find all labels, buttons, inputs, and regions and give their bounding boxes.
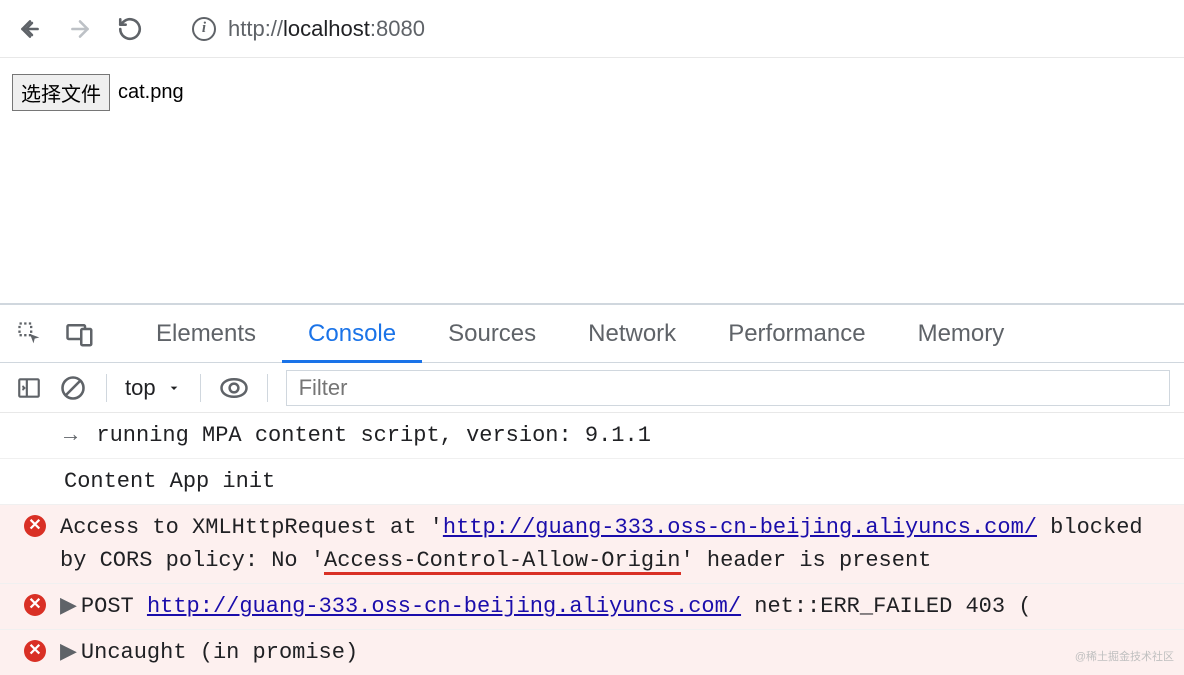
console-log-row: Content App init [0,459,1184,505]
log-text: Content App init [24,465,1166,498]
reload-button[interactable] [114,13,146,45]
separator [106,374,107,402]
error-text: Access to XMLHttpRequest at 'http://guan… [60,511,1166,577]
clear-console-icon[interactable] [58,373,88,403]
device-toolbar-icon[interactable] [62,316,98,352]
tab-memory[interactable]: Memory [892,305,1031,363]
error-icon: ✕ [24,594,46,616]
console-error-row: ✕ ▶POST http://guang-333.oss-cn-beijing.… [0,584,1184,630]
error-text: ▶POST http://guang-333.oss-cn-beijing.al… [60,590,1166,623]
highlighted-header: Access-Control-Allow-Origin [324,548,680,573]
error-link[interactable]: http://guang-333.oss-cn-beijing.aliyuncs… [147,594,741,619]
forward-button[interactable] [64,13,96,45]
error-icon: ✕ [24,640,46,662]
console-messages: → running MPA content script, version: 9… [0,413,1184,675]
error-link[interactable]: http://guang-333.oss-cn-beijing.aliyuncs… [443,515,1037,540]
browser-toolbar: i http://localhost:8080 [0,0,1184,58]
tab-sources[interactable]: Sources [422,305,562,363]
page-content: 选择文件 cat.png [0,58,1184,303]
devtools-panel: Elements Console Sources Network Perform… [0,303,1184,675]
tab-performance[interactable]: Performance [702,305,891,363]
log-text: → running MPA content script, version: 9… [24,419,1166,452]
expand-icon[interactable]: ▶ [60,640,77,665]
devtools-tabs: Elements Console Sources Network Perform… [0,305,1184,363]
choose-file-button[interactable]: 选择文件 [12,74,110,111]
error-text: ▶Uncaught (in promise) [60,636,1166,669]
chevron-down-icon [166,380,182,396]
console-error-row: ✕ Access to XMLHttpRequest at 'http://gu… [0,505,1184,584]
live-expression-icon[interactable] [219,373,249,403]
inspect-element-icon[interactable] [12,316,48,352]
url-text: http://localhost:8080 [228,16,425,42]
context-selector[interactable]: top [125,375,182,401]
error-icon: ✕ [24,515,46,537]
toggle-sidebar-icon[interactable] [14,373,44,403]
address-bar[interactable]: i http://localhost:8080 [192,16,1170,42]
separator [200,374,201,402]
tab-elements[interactable]: Elements [130,305,282,363]
console-log-row: → running MPA content script, version: 9… [0,413,1184,459]
watermark: @稀土掘金技术社区 [1075,648,1174,664]
separator [267,374,268,402]
site-info-icon[interactable]: i [192,17,216,41]
tab-console[interactable]: Console [282,305,422,363]
file-input[interactable]: 选择文件 cat.png [12,74,184,111]
console-error-row: ✕ ▶Uncaught (in promise) [0,630,1184,675]
back-button[interactable] [14,13,46,45]
tab-network[interactable]: Network [562,305,702,363]
expand-icon[interactable]: ▶ [60,594,77,619]
filter-input[interactable] [286,370,1170,406]
selected-file-name: cat.png [118,81,184,104]
console-toolbar: top [0,363,1184,413]
